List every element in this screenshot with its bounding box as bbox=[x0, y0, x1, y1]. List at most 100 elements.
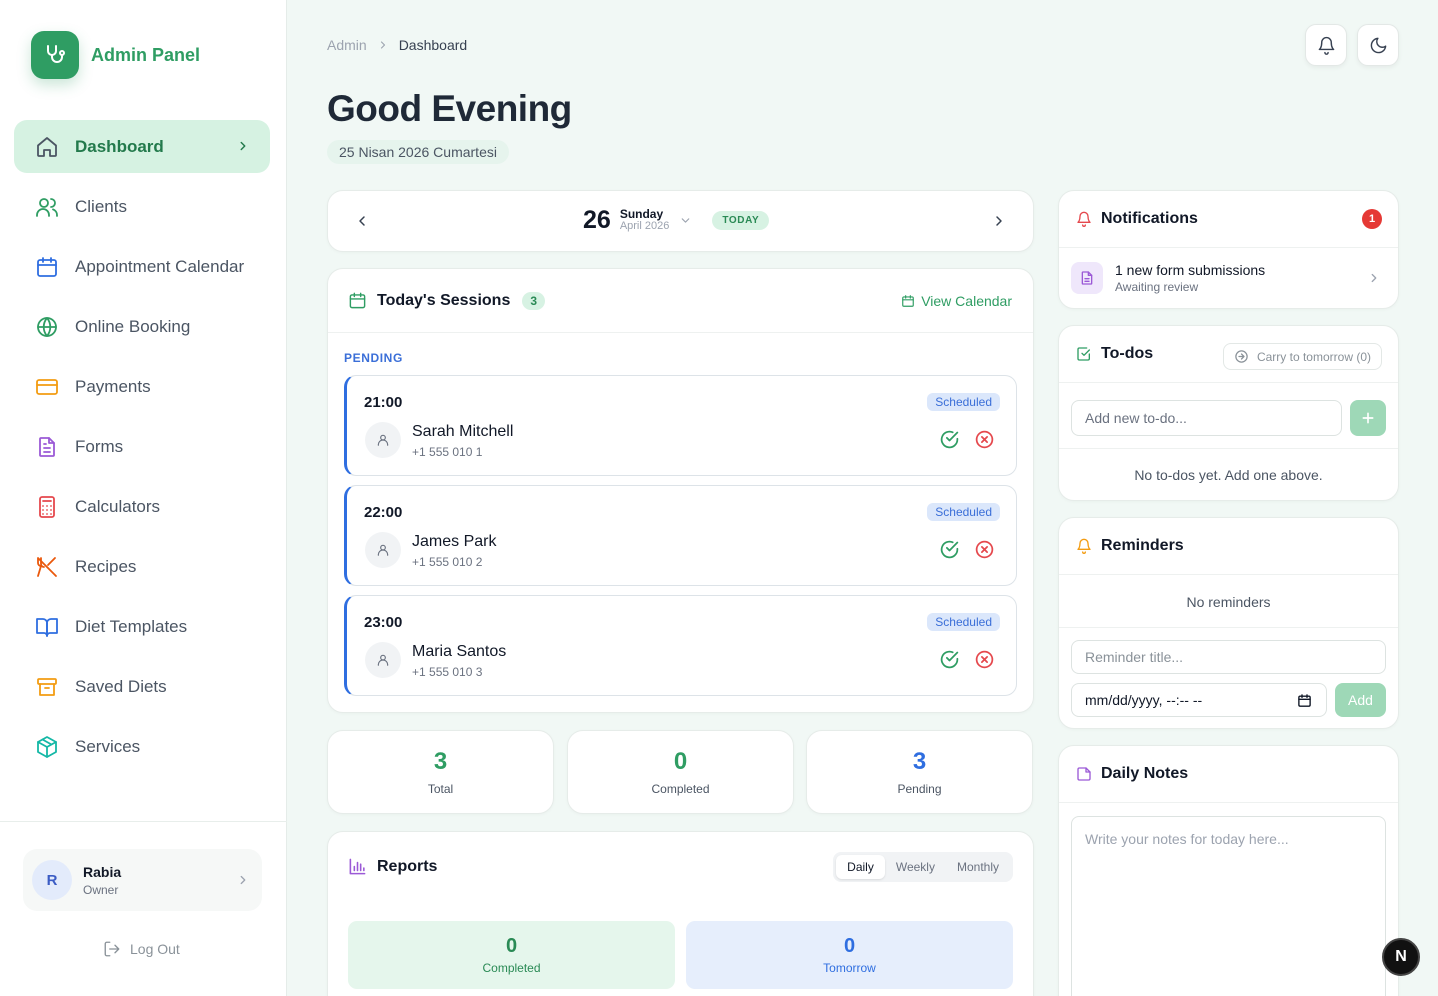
sessions-header: Today's Sessions 3 View Calendar bbox=[328, 269, 1033, 333]
reminders-empty-text: No reminders bbox=[1186, 594, 1271, 610]
todos-title: To-dos bbox=[1101, 345, 1154, 362]
brand[interactable]: Admin Panel bbox=[31, 31, 200, 79]
brand-title: Admin Panel bbox=[91, 44, 201, 65]
reminders-title: Reminders bbox=[1101, 537, 1184, 554]
carry-label: Carry to tomorrow (0) bbox=[1256, 349, 1371, 364]
cancel-session-button[interactable] bbox=[974, 429, 995, 450]
pending-group-label: PENDING bbox=[344, 351, 403, 365]
date-meta: Sunday April 2026 bbox=[620, 208, 670, 232]
complete-session-button[interactable] bbox=[939, 649, 960, 670]
sidebar: Admin Panel Dashboard Clients Appointmen… bbox=[0, 0, 287, 996]
check-square-icon bbox=[1076, 346, 1092, 362]
session-item[interactable]: 21:00 Scheduled Sarah Mitchell +1 555 01… bbox=[344, 375, 1017, 476]
sidebar-item-forms[interactable]: Forms bbox=[14, 420, 270, 473]
sidebar-item-label: Clients bbox=[75, 196, 127, 216]
view-calendar-link[interactable]: View Calendar bbox=[901, 293, 1012, 309]
dev-tools-badge[interactable]: N bbox=[1382, 938, 1420, 976]
sidebar-item-label: Online Booking bbox=[75, 316, 191, 336]
reminder-title-input[interactable]: Reminder title... bbox=[1071, 640, 1386, 674]
session-item[interactable]: 22:00 Scheduled James Park +1 555 010 2 bbox=[344, 485, 1017, 586]
todos-header: To-dos Carry to tomorrow (0) bbox=[1059, 326, 1398, 383]
today-badge: TODAY bbox=[712, 211, 770, 230]
view-calendar-label: View Calendar bbox=[921, 293, 1012, 309]
sidebar-item-online-booking[interactable]: Online Booking bbox=[14, 300, 270, 353]
sidebar-item-calculators[interactable]: Calculators bbox=[14, 480, 270, 533]
sidebar-item-label: Saved Diets bbox=[75, 676, 167, 696]
todos-empty-text: No to-dos yet. Add one above. bbox=[1134, 467, 1323, 483]
reminder-datetime-input[interactable]: mm/dd/yyyy, --:-- -- bbox=[1071, 683, 1327, 717]
status-badge: Scheduled bbox=[927, 503, 1000, 521]
reminder-datetime-value: mm/dd/yyyy, --:-- -- bbox=[1085, 692, 1203, 708]
sidebar-item-recipes[interactable]: Recipes bbox=[14, 540, 270, 593]
sessions-title: Today's Sessions bbox=[377, 291, 511, 309]
theme-toggle-button[interactable] bbox=[1357, 24, 1399, 66]
todo-input[interactable]: Add new to-do... bbox=[1071, 400, 1342, 436]
sidebar-item-appointment-calendar[interactable]: Appointment Calendar bbox=[14, 240, 270, 293]
client-name: Maria Santos bbox=[412, 643, 507, 660]
add-reminder-button[interactable]: Add bbox=[1335, 683, 1386, 717]
notes-header: Daily Notes bbox=[1059, 746, 1398, 803]
user-icon bbox=[365, 642, 401, 678]
sidebar-item-label: Services bbox=[75, 736, 141, 756]
calendar-icon[interactable] bbox=[1297, 693, 1312, 708]
notifications-button[interactable] bbox=[1305, 24, 1347, 66]
file-text-icon bbox=[34, 434, 60, 460]
complete-session-button[interactable] bbox=[939, 429, 960, 450]
breadcrumb-current: Dashboard bbox=[398, 37, 468, 53]
sidebar-item-services[interactable]: Services bbox=[14, 720, 270, 773]
breadcrumb-root[interactable]: Admin bbox=[327, 37, 367, 53]
logout-button[interactable]: Log Out bbox=[103, 940, 180, 958]
tab-daily[interactable]: Daily bbox=[836, 855, 885, 879]
client-phone: +1 555 010 3 bbox=[412, 665, 483, 679]
report-label: Tomorrow bbox=[823, 961, 876, 975]
date-month-year: April 2026 bbox=[619, 220, 670, 233]
check-circle-icon bbox=[939, 539, 960, 560]
report-period-tabs: Daily Weekly Monthly bbox=[833, 852, 1013, 882]
cancel-session-button[interactable] bbox=[974, 649, 995, 670]
calendar-icon bbox=[348, 291, 367, 310]
session-item[interactable]: 23:00 Scheduled Maria Santos +1 555 010 … bbox=[344, 595, 1017, 696]
sidebar-item-label: Forms bbox=[75, 436, 124, 456]
tab-monthly[interactable]: Monthly bbox=[946, 855, 1010, 879]
next-day-button[interactable] bbox=[991, 213, 1007, 229]
sidebar-item-dashboard[interactable]: Dashboard bbox=[14, 120, 270, 173]
reports-title: Reports bbox=[377, 857, 438, 875]
tab-weekly[interactable]: Weekly bbox=[885, 855, 946, 879]
sidebar-item-label: Diet Templates bbox=[75, 616, 188, 636]
stat-completed: 0 Completed bbox=[567, 730, 794, 814]
notifications-header: Notifications 1 bbox=[1059, 191, 1398, 248]
notification-item[interactable]: 1 new form submissions Awaiting review bbox=[1071, 262, 1265, 294]
complete-session-button[interactable] bbox=[939, 539, 960, 560]
breadcrumb: Admin Dashboard bbox=[327, 37, 467, 53]
notifications-title: Notifications bbox=[1101, 210, 1198, 227]
bell-icon bbox=[1076, 211, 1092, 227]
date-picker[interactable]: 26 Sunday April 2026 TODAY bbox=[583, 206, 770, 235]
sidebar-item-diet-templates[interactable]: Diet Templates bbox=[14, 600, 270, 653]
client-name: James Park bbox=[412, 533, 497, 550]
stat-label: Pending bbox=[897, 782, 942, 796]
session-time: 22:00 bbox=[364, 504, 403, 521]
sidebar-item-payments[interactable]: Payments bbox=[14, 360, 270, 413]
x-circle-icon bbox=[974, 649, 995, 670]
sidebar-item-label: Dashboard bbox=[75, 136, 164, 156]
notes-textarea[interactable]: Write your notes for today here... bbox=[1071, 816, 1386, 996]
stat-label: Total bbox=[427, 782, 454, 796]
calculator-icon bbox=[34, 494, 60, 520]
globe-icon bbox=[34, 314, 60, 340]
credit-card-icon bbox=[34, 374, 60, 400]
sidebar-item-saved-diets[interactable]: Saved Diets bbox=[14, 660, 270, 713]
prev-day-button[interactable] bbox=[354, 213, 370, 229]
add-todo-button[interactable] bbox=[1350, 400, 1386, 436]
notifications-card: Notifications 1 1 new form submissions A… bbox=[1058, 190, 1399, 309]
sidebar-item-clients[interactable]: Clients bbox=[14, 180, 270, 233]
chevron-right-icon bbox=[377, 39, 389, 51]
cancel-session-button[interactable] bbox=[974, 539, 995, 560]
x-circle-icon bbox=[974, 429, 995, 450]
stat-value: 3 bbox=[912, 748, 927, 775]
carry-to-tomorrow-button[interactable]: Carry to tomorrow (0) bbox=[1222, 343, 1382, 370]
session-time: 23:00 bbox=[364, 614, 403, 631]
chevron-right-icon bbox=[1367, 271, 1381, 285]
notifications-count-badge: 1 bbox=[1362, 209, 1382, 229]
user-card[interactable]: R Rabia Owner bbox=[23, 849, 262, 911]
client-phone: +1 555 010 2 bbox=[412, 555, 483, 569]
